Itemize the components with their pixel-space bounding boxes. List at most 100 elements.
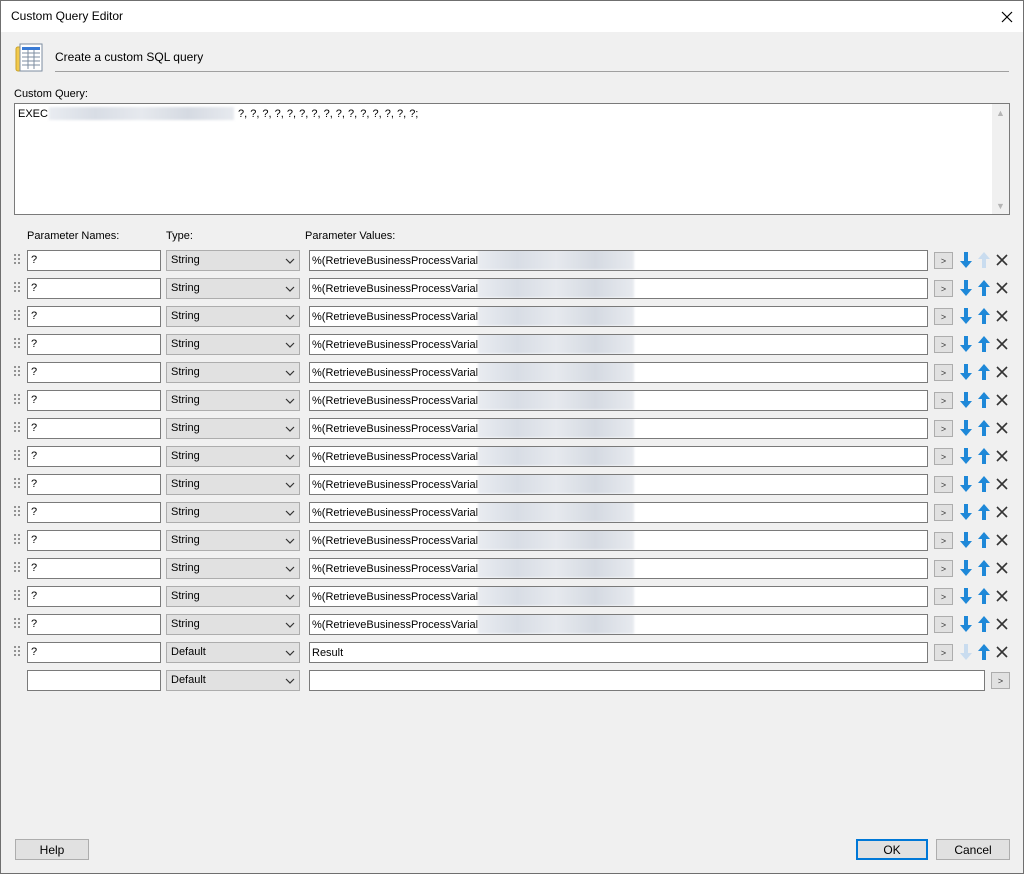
delete-icon[interactable]	[994, 390, 1010, 410]
parameter-value-input[interactable]: %(RetrieveBusinessProcessVarial	[309, 390, 928, 411]
move-down-icon[interactable]	[958, 362, 974, 382]
parameter-name-input[interactable]: ?	[27, 390, 161, 411]
parameter-name-input[interactable]: ?	[27, 362, 161, 383]
drag-handle-icon[interactable]	[13, 281, 21, 293]
delete-icon[interactable]	[994, 474, 1010, 494]
scroll-down-icon[interactable]: ▼	[992, 197, 1009, 214]
parameter-value-input[interactable]: %(RetrieveBusinessProcessVarial	[309, 558, 928, 579]
parameter-type-select[interactable]: String	[166, 362, 300, 383]
scroll-up-icon[interactable]: ▲	[992, 104, 1009, 121]
parameter-type-select[interactable]: String	[166, 390, 300, 411]
parameter-value-input[interactable]: Result	[309, 642, 928, 663]
delete-icon[interactable]	[994, 306, 1010, 326]
browse-button[interactable]: >	[934, 644, 953, 661]
move-up-icon[interactable]	[976, 642, 992, 662]
move-down-icon[interactable]	[958, 278, 974, 298]
parameter-type-select[interactable]: String	[166, 614, 300, 635]
parameter-name-input[interactable]: ?	[27, 558, 161, 579]
move-up-icon[interactable]	[976, 502, 992, 522]
move-down-icon[interactable]	[958, 446, 974, 466]
drag-handle-icon[interactable]	[13, 645, 21, 657]
drag-handle-icon[interactable]	[13, 309, 21, 321]
drag-handle-icon[interactable]	[13, 421, 21, 433]
move-down-icon[interactable]	[958, 250, 974, 270]
move-down-icon[interactable]	[958, 334, 974, 354]
move-up-icon[interactable]	[976, 558, 992, 578]
parameter-type-select[interactable]: String	[166, 446, 300, 467]
parameter-type-select[interactable]: String	[166, 418, 300, 439]
delete-icon[interactable]	[994, 558, 1010, 578]
browse-button[interactable]: >	[934, 364, 953, 381]
parameter-value-input[interactable]: %(RetrieveBusinessProcessVarial	[309, 474, 928, 495]
delete-icon[interactable]	[994, 502, 1010, 522]
delete-icon[interactable]	[994, 250, 1010, 270]
parameter-type-select[interactable]: String	[166, 558, 300, 579]
move-down-icon[interactable]	[958, 530, 974, 550]
parameter-name-input[interactable]: ?	[27, 418, 161, 439]
parameter-type-select[interactable]: String	[166, 250, 300, 271]
cancel-button[interactable]: Cancel	[936, 839, 1010, 860]
new-parameter-type-select[interactable]: Default	[166, 670, 300, 691]
parameter-name-input[interactable]: ?	[27, 614, 161, 635]
delete-icon[interactable]	[994, 334, 1010, 354]
parameter-name-input[interactable]: ?	[27, 530, 161, 551]
browse-button[interactable]: >	[934, 336, 953, 353]
ok-button[interactable]: OK	[856, 839, 928, 860]
parameter-name-input[interactable]: ?	[27, 474, 161, 495]
parameter-name-input[interactable]: ?	[27, 334, 161, 355]
move-up-icon[interactable]	[976, 474, 992, 494]
new-parameter-browse-button[interactable]: >	[991, 672, 1010, 689]
browse-button[interactable]: >	[934, 588, 953, 605]
parameter-value-input[interactable]: %(RetrieveBusinessProcessVarial	[309, 530, 928, 551]
move-down-icon[interactable]	[958, 390, 974, 410]
parameter-value-input[interactable]: %(RetrieveBusinessProcessVarial	[309, 306, 928, 327]
delete-icon[interactable]	[994, 642, 1010, 662]
parameter-name-input[interactable]: ?	[27, 278, 161, 299]
move-down-icon[interactable]	[958, 502, 974, 522]
close-icon[interactable]	[991, 1, 1023, 32]
drag-handle-icon[interactable]	[13, 477, 21, 489]
parameter-type-select[interactable]: String	[166, 530, 300, 551]
delete-icon[interactable]	[994, 446, 1010, 466]
drag-handle-icon[interactable]	[13, 505, 21, 517]
new-parameter-value-input[interactable]	[309, 670, 985, 691]
drag-handle-icon[interactable]	[13, 561, 21, 573]
delete-icon[interactable]	[994, 418, 1010, 438]
drag-handle-icon[interactable]	[13, 337, 21, 349]
help-button[interactable]: Help	[15, 839, 89, 860]
move-down-icon[interactable]	[958, 418, 974, 438]
parameter-value-input[interactable]: %(RetrieveBusinessProcessVarial	[309, 278, 928, 299]
parameter-type-select[interactable]: Default	[166, 642, 300, 663]
parameter-value-input[interactable]: %(RetrieveBusinessProcessVarial	[309, 614, 928, 635]
move-up-icon[interactable]	[976, 278, 992, 298]
browse-button[interactable]: >	[934, 252, 953, 269]
parameter-name-input[interactable]: ?	[27, 586, 161, 607]
move-up-icon[interactable]	[976, 390, 992, 410]
parameter-name-input[interactable]: ?	[27, 250, 161, 271]
parameter-type-select[interactable]: String	[166, 586, 300, 607]
parameter-value-input[interactable]: %(RetrieveBusinessProcessVarial	[309, 502, 928, 523]
new-parameter-name-input[interactable]	[27, 670, 161, 691]
move-down-icon[interactable]	[958, 306, 974, 326]
custom-query-textarea[interactable]: EXEC ?, ?, ?, ?, ?, ?, ?, ?, ?, ?, ?, ?,…	[14, 103, 1010, 215]
parameter-value-input[interactable]: %(RetrieveBusinessProcessVarial	[309, 446, 928, 467]
delete-icon[interactable]	[994, 278, 1010, 298]
browse-button[interactable]: >	[934, 280, 953, 297]
drag-handle-icon[interactable]	[13, 365, 21, 377]
browse-button[interactable]: >	[934, 560, 953, 577]
parameter-value-input[interactable]: %(RetrieveBusinessProcessVarial	[309, 418, 928, 439]
browse-button[interactable]: >	[934, 420, 953, 437]
parameter-type-select[interactable]: String	[166, 306, 300, 327]
parameter-name-input[interactable]: ?	[27, 306, 161, 327]
move-down-icon[interactable]	[958, 614, 974, 634]
browse-button[interactable]: >	[934, 448, 953, 465]
move-down-icon[interactable]	[958, 474, 974, 494]
delete-icon[interactable]	[994, 614, 1010, 634]
parameter-name-input[interactable]: ?	[27, 642, 161, 663]
browse-button[interactable]: >	[934, 392, 953, 409]
move-down-icon[interactable]	[958, 586, 974, 606]
delete-icon[interactable]	[994, 586, 1010, 606]
drag-handle-icon[interactable]	[13, 589, 21, 601]
parameter-value-input[interactable]: %(RetrieveBusinessProcessVarial	[309, 586, 928, 607]
move-up-icon[interactable]	[976, 362, 992, 382]
